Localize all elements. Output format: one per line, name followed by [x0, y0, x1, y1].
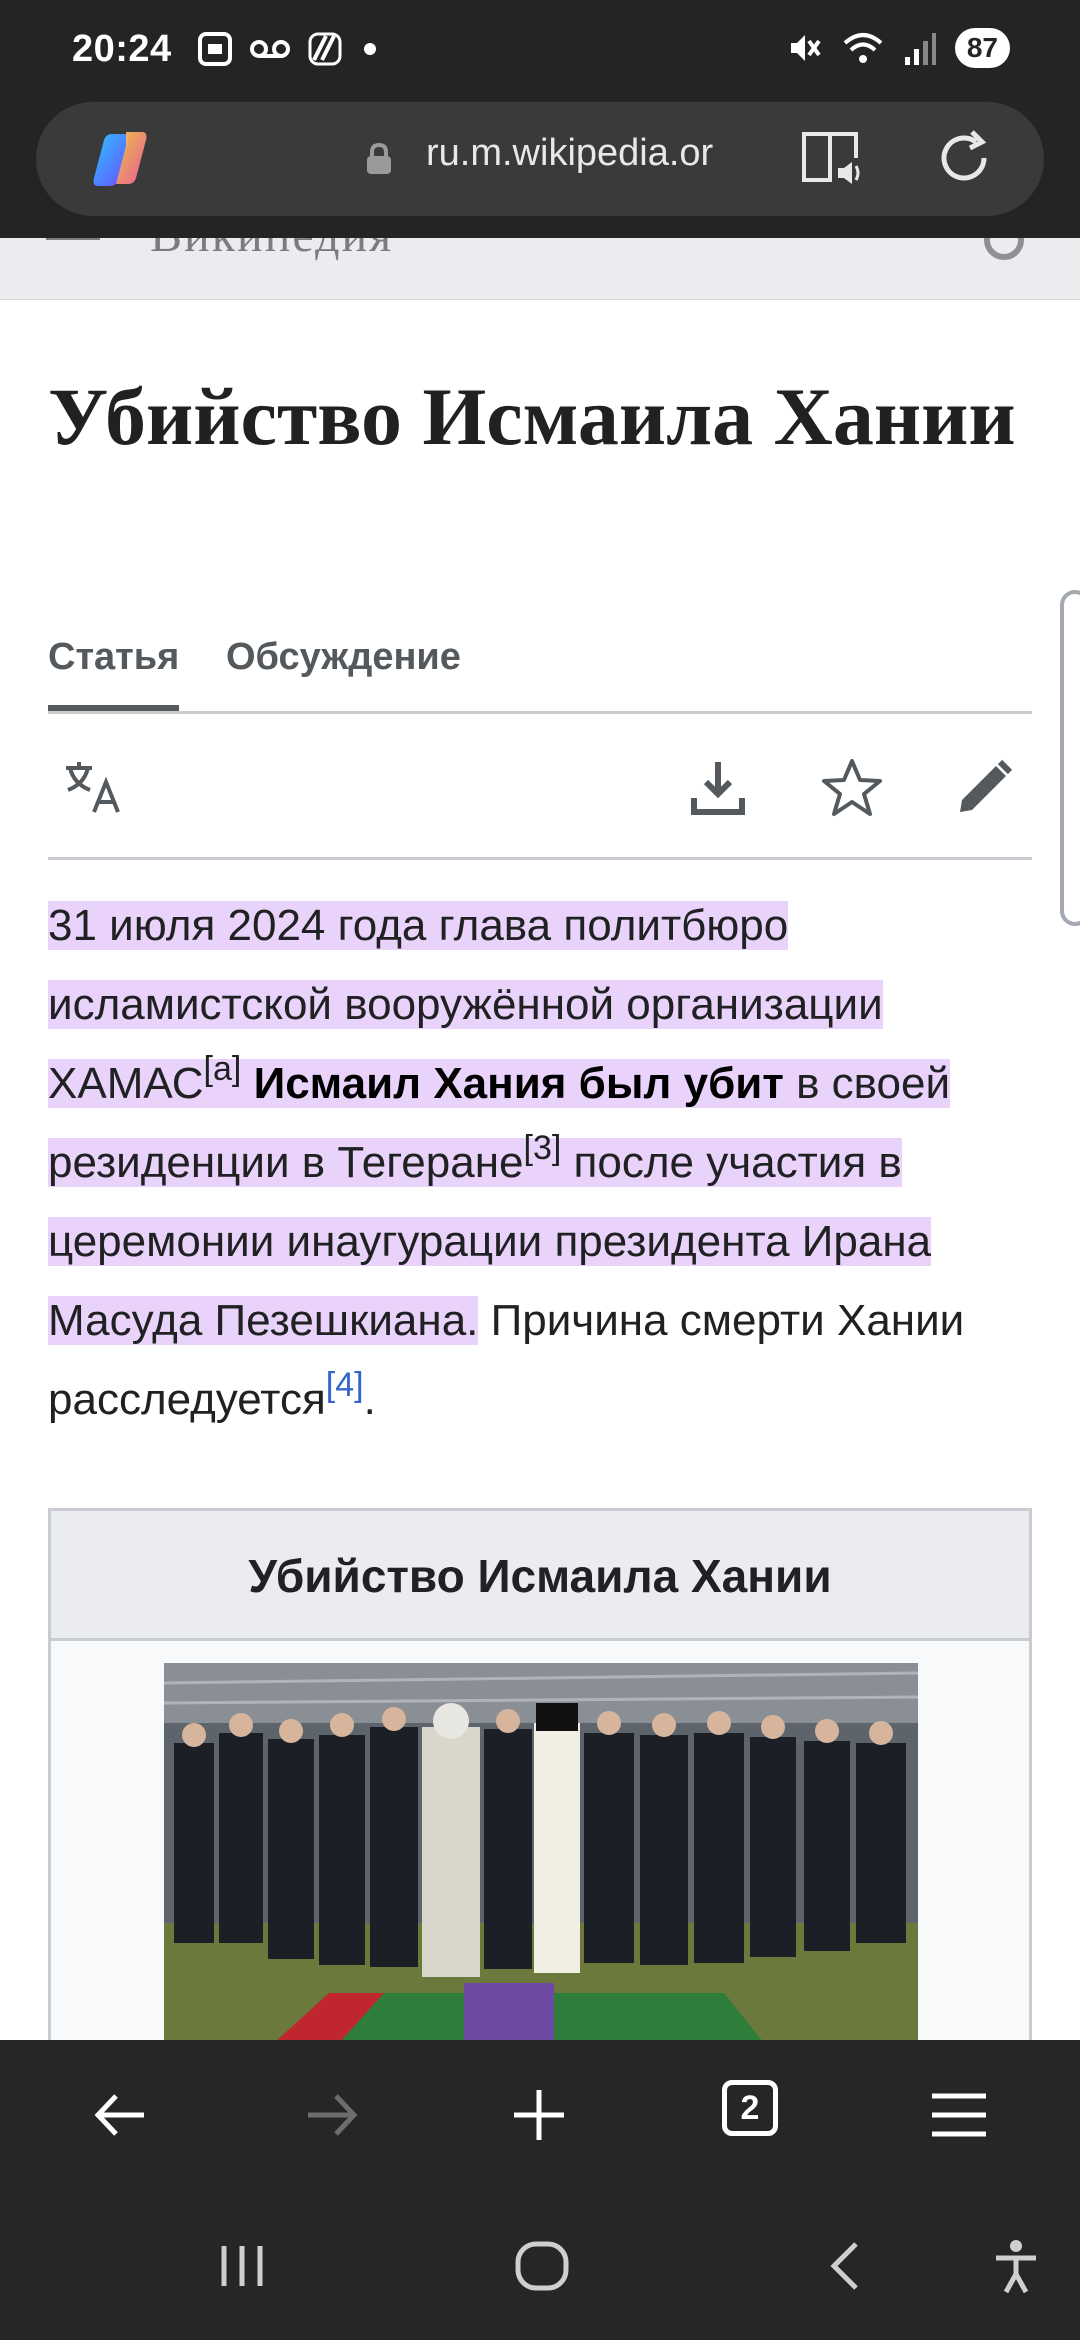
footnote-4[interactable]: [4]: [326, 1366, 364, 1404]
footnote-3[interactable]: [3]: [524, 1129, 562, 1167]
translate-badge-icon: [308, 32, 342, 66]
menu-icon[interactable]: [926, 2082, 992, 2148]
wiki-brand[interactable]: Википедия: [150, 238, 393, 263]
signal-icon: [904, 33, 936, 65]
status-icons-right: 87: [785, 28, 1010, 68]
browser-top-chrome: 20:24 87 ru.m.wikipedia.or: [0, 0, 1080, 238]
accessibility-icon[interactable]: [986, 2236, 1046, 2296]
system-navigation-bar: [0, 2190, 1080, 2340]
lead-text-5: .: [363, 1375, 376, 1424]
reader-mode-icon[interactable]: [800, 128, 864, 188]
article-tabs: Статья Обсуждение: [48, 626, 1032, 714]
copilot-icon[interactable]: [86, 124, 156, 194]
url-text[interactable]: ru.m.wikipedia.or: [426, 132, 786, 175]
back-icon[interactable]: [88, 2082, 154, 2148]
tab-discussion[interactable]: Обсуждение: [226, 636, 461, 705]
language-icon[interactable]: [62, 756, 126, 820]
status-icons-left: [196, 30, 380, 68]
infobox: Убийство Исмаила Хании: [48, 1508, 1032, 2073]
watch-star-icon[interactable]: [820, 756, 884, 820]
download-icon[interactable]: [686, 756, 750, 820]
battery-level: 87: [954, 28, 1010, 68]
screenshot-icon: [198, 32, 232, 66]
mute-icon: [790, 35, 821, 61]
system-back-icon[interactable]: [816, 2236, 876, 2296]
infobox-title: Убийство Исмаила Хании: [51, 1511, 1029, 1641]
recent-apps-icon[interactable]: [212, 2236, 272, 2296]
home-icon[interactable]: [512, 2236, 572, 2296]
search-icon[interactable]: [984, 238, 1024, 260]
infobox-photo[interactable]: [164, 1663, 918, 2073]
lead-bold: Исмаил Хания был убит: [253, 1059, 784, 1108]
footnote-a[interactable]: [a]: [204, 1050, 242, 1088]
tabs-count-button[interactable]: 2: [722, 2080, 778, 2136]
status-time: 20:24: [72, 28, 172, 70]
scroll-handle[interactable]: [1060, 590, 1080, 926]
lock-icon: [367, 142, 391, 174]
reload-icon[interactable]: [932, 126, 996, 190]
dot-icon: [364, 43, 376, 55]
wifi-icon: [843, 33, 883, 63]
tab-article[interactable]: Статья: [48, 636, 180, 711]
url-bar[interactable]: ru.m.wikipedia.or: [36, 102, 1044, 216]
funeral-prayer-photo: [164, 1663, 918, 2073]
edit-icon[interactable]: [952, 756, 1016, 820]
page-title: Убийство Исмаила Хании: [48, 371, 1016, 462]
voicemail-icon: [250, 40, 290, 58]
forward-icon[interactable]: [298, 2082, 364, 2148]
new-tab-icon[interactable]: [506, 2082, 572, 2148]
browser-bottom-toolbar: 2: [0, 2040, 1080, 2190]
lead-paragraph: 31 июля 2024 года глава политбюро ислами…: [48, 886, 1038, 1439]
wiki-header: Википедия: [0, 238, 1080, 300]
page-actions: [48, 714, 1032, 860]
hamburger-menu-icon[interactable]: [46, 238, 100, 240]
